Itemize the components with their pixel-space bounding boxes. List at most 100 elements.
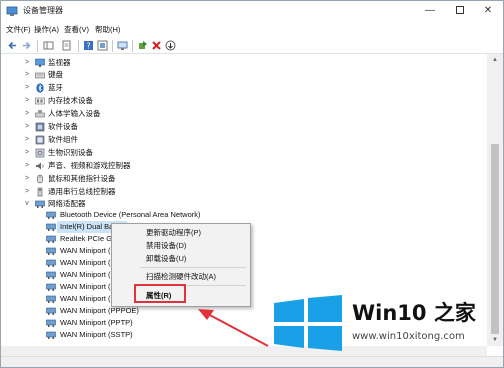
tree-label: 监视器	[48, 58, 71, 67]
tree-category-hid[interactable]: > 人体学输入设备	[1, 108, 481, 120]
network-adapter-icon	[46, 271, 56, 279]
vertical-scrollbar[interactable]: ▲ ▼	[487, 54, 503, 346]
help-icon[interactable]: ?	[83, 40, 94, 51]
close-button[interactable]: ✕	[473, 1, 503, 21]
download-icon[interactable]	[165, 40, 176, 51]
minimize-button[interactable]: —	[415, 1, 445, 21]
properties-icon[interactable]	[61, 40, 72, 51]
tree-label: 内存技术设备	[48, 96, 93, 105]
menu-help[interactable]: 帮助(H)	[95, 24, 120, 35]
tree-label: 生物识别设备	[48, 148, 93, 157]
menu-item-uninstall-device[interactable]: 卸载设备(U)	[112, 252, 250, 265]
keyboard-icon	[35, 72, 45, 79]
show-hide-tree-icon[interactable]	[43, 40, 54, 51]
network-adapter-icon	[46, 307, 56, 315]
chevron-right-icon[interactable]: >	[23, 83, 31, 92]
update-driver-icon[interactable]	[97, 40, 108, 51]
menu-item-disable-device[interactable]: 禁用设备(D)	[112, 239, 250, 252]
tree-label: 人体学输入设备	[48, 109, 101, 118]
software-component-icon	[35, 135, 45, 145]
tree-label: WAN Miniport (N	[60, 294, 116, 303]
audio-icon	[36, 162, 44, 170]
network-adapter-icon	[46, 211, 56, 219]
tree-label: WAN Miniport (IP	[60, 270, 118, 279]
tree-device-item[interactable]: Bluetooth Device (Personal Area Network)	[1, 209, 481, 221]
tree-category-biometric[interactable]: > 生物识别设备	[1, 147, 481, 159]
chevron-right-icon[interactable]: >	[23, 96, 31, 105]
tree-category-keyboards[interactable]: > 键盘	[1, 69, 481, 81]
network-adapter-icon	[46, 331, 56, 339]
menu-item-update-driver[interactable]: 更新驱动程序(P)	[112, 226, 250, 239]
monitor-icon	[35, 58, 45, 67]
tree-label: WAN Miniport (SSTP)	[60, 330, 133, 339]
tree-label: 蓝牙	[48, 83, 63, 92]
svg-text:?: ?	[86, 42, 90, 51]
network-icon	[35, 200, 45, 208]
biometric-icon	[35, 148, 45, 158]
chevron-right-icon[interactable]: >	[23, 161, 31, 170]
windows-logo-icon	[274, 295, 342, 351]
title-bar: 设备管理器 — ✕	[1, 1, 503, 21]
enable-device-icon[interactable]	[137, 40, 148, 51]
menu-action[interactable]: 操作(A)	[34, 24, 59, 35]
scroll-up-icon[interactable]: ▲	[491, 56, 499, 64]
bluetooth-icon	[36, 83, 44, 93]
tree-category-software-devices[interactable]: > 软件设备	[1, 121, 481, 133]
tree-label: 键盘	[48, 70, 63, 79]
tree-label: WAN Miniport (IP	[60, 258, 118, 267]
back-arrow-icon[interactable]	[7, 40, 18, 51]
tree-label: 鼠标和其他指针设备	[48, 174, 116, 183]
scroll-down-icon[interactable]: ▼	[491, 336, 499, 344]
usb-icon	[37, 187, 43, 197]
tree-label: 通用串行总线控制器	[48, 187, 116, 196]
watermark-url: www.win10xitong.com	[352, 331, 465, 342]
chevron-down-icon[interactable]: v	[23, 199, 31, 208]
scan-hardware-icon[interactable]	[117, 40, 128, 51]
maximize-button[interactable]	[445, 1, 475, 21]
network-adapter-icon	[46, 259, 56, 267]
tree-label: Bluetooth Device (Personal Area Network)	[60, 210, 201, 219]
scroll-thumb[interactable]	[491, 144, 499, 334]
chevron-right-icon[interactable]: >	[23, 58, 31, 67]
tree-label: 软件组件	[48, 135, 78, 144]
chevron-right-icon[interactable]: >	[23, 109, 31, 118]
horizontal-scrollbar[interactable]	[1, 346, 487, 356]
menu-file[interactable]: 文件(F)	[6, 24, 31, 35]
network-adapter-icon	[46, 235, 56, 243]
tree-label: 声音、视频和游戏控制器	[48, 161, 131, 170]
highlight-box	[134, 284, 186, 303]
tree-label: 软件设备	[48, 122, 78, 131]
tree-category-mice[interactable]: > 鼠标和其他指针设备	[1, 173, 481, 185]
tree-category-bluetooth[interactable]: > 蓝牙	[1, 82, 481, 94]
network-adapter-icon	[46, 223, 56, 231]
network-adapter-icon	[46, 319, 56, 327]
device-manager-icon	[6, 6, 18, 16]
window-title: 设备管理器	[23, 6, 63, 15]
tree-category-monitors[interactable]: > 监视器	[1, 57, 481, 69]
tree-category-usb[interactable]: > 通用串行总线控制器	[1, 186, 481, 198]
maximize-icon	[456, 6, 464, 15]
chevron-right-icon[interactable]: >	[23, 70, 31, 79]
chevron-right-icon[interactable]: >	[23, 174, 31, 183]
status-bar	[1, 356, 503, 367]
chevron-right-icon[interactable]: >	[23, 148, 31, 157]
menu-bar: 文件(F) 操作(A) 查看(V) 帮助(H)	[1, 23, 503, 37]
hid-icon	[35, 110, 45, 118]
network-adapter-icon	[46, 295, 56, 303]
menu-item-scan-hardware[interactable]: 扫描检测硬件改动(A)	[112, 270, 250, 283]
forward-arrow-icon[interactable]	[21, 40, 32, 51]
tree-category-software-components[interactable]: > 软件组件	[1, 134, 481, 146]
chevron-right-icon[interactable]: >	[23, 187, 31, 196]
tree-category-memory-tech[interactable]: > 内存技术设备	[1, 95, 481, 107]
chevron-right-icon[interactable]: >	[23, 135, 31, 144]
watermark-brand: Win10 之家	[352, 301, 476, 325]
memory-icon	[35, 97, 45, 105]
uninstall-icon[interactable]	[151, 40, 162, 51]
menu-separator	[140, 267, 246, 268]
tree-label: WAN Miniport (L	[60, 282, 115, 291]
chevron-right-icon[interactable]: >	[23, 122, 31, 131]
tree-label: WAN Miniport (PPTP)	[60, 318, 133, 327]
menu-view[interactable]: 查看(V)	[64, 24, 89, 35]
toolbar: ?	[1, 38, 503, 54]
tree-category-audio-video[interactable]: > 声音、视频和游戏控制器	[1, 160, 481, 172]
